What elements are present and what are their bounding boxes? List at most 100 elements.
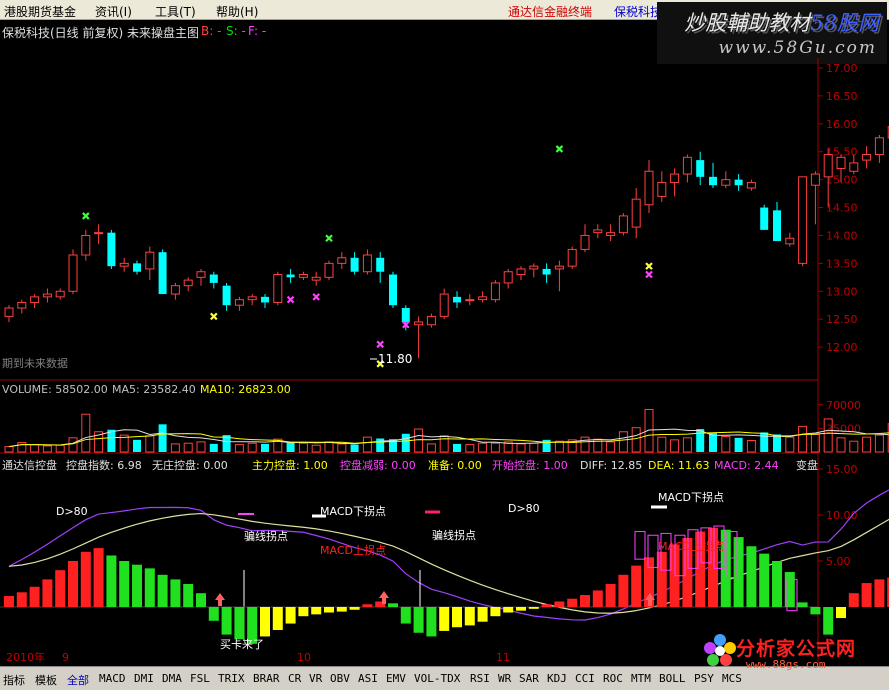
diff-label: DIFF: 12.85 [580,459,642,472]
signal-x-marker [210,312,218,321]
no-dealer-control: 无庄控盘: 0.00 [152,458,228,472]
toolbar-item[interactable]: VOL-TDX [414,672,460,685]
volume-bar-up [183,442,193,453]
toolbar-item[interactable]: CCI [575,672,595,685]
candle-body-up [874,137,884,156]
toolbar-item[interactable]: ROC [603,672,623,685]
volume-ma5-label: MA5: 23582.40 [112,383,196,396]
toolbar-item[interactable]: BOLL [659,672,686,685]
macd-bar [836,607,846,619]
candle-body-up [68,254,78,292]
toolbar-item[interactable]: SAR [519,672,539,685]
candle-body-up [644,170,654,206]
toolbar-item[interactable]: VR [309,672,322,685]
toolbar-item[interactable]: KDJ [547,672,567,685]
signal-x-marker [312,293,320,301]
macd-down-turn-2: MACD下拐点 [658,490,724,504]
macd-bar [119,561,130,607]
macd-bar [285,607,296,624]
volume-bar-up [439,435,449,453]
macd-bar [42,579,53,607]
toolbar-item[interactable]: RSI [470,672,490,685]
volume-bar-down [773,434,781,452]
macd-bar [324,607,334,613]
volume-bar-up [311,444,321,453]
candle-body-up [414,321,424,326]
volume-bar-up [145,435,155,453]
macd-bar [413,607,424,633]
price-tick-label: 14.50 [826,202,858,215]
indicator-name: 通达信控盘 [2,458,57,472]
macd-bar [16,592,27,607]
candle-body-up [682,156,692,175]
macd-bar [477,607,488,622]
macd-bar [311,607,322,615]
volume-label: VOLUME: 58502.00 [2,383,108,396]
macd-bar [132,564,142,607]
macd-bar [4,595,14,607]
volume-bar-down [350,444,359,452]
candle-body-down [760,207,769,230]
volume-bar-up [298,442,308,453]
macd-bar [157,574,168,607]
macd-bar [183,584,194,607]
menu-item-info[interactable]: 资讯(I) [95,3,132,20]
volume-bar-up [426,443,436,453]
macd-bar [362,604,373,607]
volume-bar-up [170,443,180,453]
candle-body-down [133,263,141,272]
volume-bar-up [42,445,52,453]
volume-bar-down [734,437,743,452]
macd-bar [631,565,642,607]
volume-bar-down [261,443,269,452]
toolbar-item[interactable]: FSL [190,672,210,685]
macd-bar [503,607,514,613]
toolbar-item[interactable]: DMA [162,672,182,685]
toolbar-item[interactable]: WR [498,672,511,685]
candle-body-up [30,296,40,303]
macd-bar [861,583,872,607]
toolbar-item[interactable]: DMI [134,672,154,685]
toolbar-item[interactable]: MCS [722,672,742,685]
macd-bar [55,570,66,607]
signal-x-marker [376,340,384,349]
candle-body-up [42,293,52,298]
toolbar-item[interactable]: BRAR [253,672,280,685]
toolbar-item[interactable]: OBV [330,672,350,685]
toolbar-item[interactable]: ASI [358,672,378,685]
menu-item-tools[interactable]: 工具(T) [155,3,196,20]
candle-body-up [439,293,449,317]
volume-bar-up [862,436,872,453]
candle-body-down [158,252,167,295]
toolbar-item[interactable]: TRIX [218,672,245,685]
toolbar-item[interactable]: CR [288,672,301,685]
candle-body-down [107,232,116,267]
price-tick-label: 16.50 [826,90,858,103]
fake-turn-2: 骗线拐点 [432,528,476,542]
macd-bar [605,584,616,607]
macd-bar [772,561,782,607]
candle-body-down [222,285,231,306]
menu-item-help[interactable]: 帮助(H) [216,3,258,20]
toolbar-item[interactable]: EMV [386,672,406,685]
toolbar-item[interactable]: 指标 [3,672,25,688]
volume-bar-up [849,440,859,453]
candle-body-up [273,274,283,303]
toolbar-item[interactable]: 模板 [35,672,57,688]
toolbar-item[interactable]: PSY [694,672,714,685]
macd-bar [106,555,117,607]
macd-bar [490,607,501,617]
volume-bar-down [709,433,717,452]
candle-body-up [657,181,667,197]
toolbar-item[interactable]: MTM [631,672,651,685]
signal-x-marker [555,145,564,153]
candle-body-up [362,254,372,273]
volume-bar-down [209,443,218,452]
menu-item-hk-futures[interactable]: 港股期货基金 [4,3,76,20]
candle-body-up [862,154,872,161]
volume-bar-up [746,440,756,453]
toolbar-item[interactable]: 全部 [67,672,89,688]
stock-chart[interactable]: 17.0016.5016.0015.5015.0014.5014.0013.50… [0,20,889,666]
toolbar-item[interactable]: MACD [99,672,126,685]
price-axis: 17.0016.5016.0015.5015.0014.5014.0013.50… [818,62,858,354]
